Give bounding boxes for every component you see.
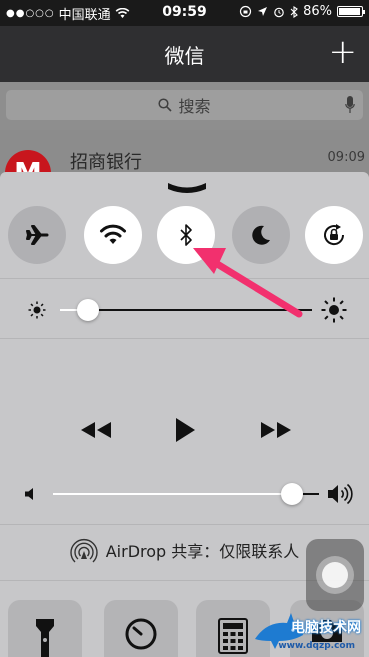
bluetooth-icon: [180, 224, 192, 246]
divider: [0, 278, 369, 279]
chat-name: 招商银行: [70, 152, 142, 173]
watermark-text: 电脑技术网: [291, 620, 361, 636]
airplane-mode-toggle[interactable]: [8, 206, 66, 264]
volume-thumb[interactable]: [281, 483, 304, 505]
search-bar-container: 搜索: [0, 82, 369, 130]
divider: [0, 338, 369, 339]
rewind-icon: [81, 422, 111, 438]
alarm-icon: [274, 7, 284, 17]
moon-icon: [252, 225, 270, 245]
location-icon: [258, 7, 268, 16]
volume-track[interactable]: [53, 493, 319, 495]
status-bar: ●●○○○ 中国联通 09:59 86%: [0, 0, 369, 26]
volume-low-icon: [25, 488, 33, 500]
watermark-logo: 电脑技术网 www.dqzp.com: [249, 595, 367, 655]
wechat-header: 微信 +: [0, 26, 369, 82]
divider: [0, 524, 369, 525]
brightness-high-icon: [321, 297, 347, 323]
microphone-icon[interactable]: [345, 96, 355, 114]
volume-slider[interactable]: [0, 478, 369, 510]
rotation-lock-toggle[interactable]: [305, 206, 363, 264]
bluetooth-toggle[interactable]: [157, 206, 215, 264]
brightness-low-icon: [28, 301, 46, 319]
brightness-slider[interactable]: [0, 294, 369, 326]
brightness-thumb[interactable]: [76, 299, 99, 321]
play-icon: [176, 418, 195, 442]
bluetooth-status-icon: [290, 5, 298, 18]
media-controls: [0, 410, 369, 450]
do-not-disturb-toggle[interactable]: [232, 206, 290, 264]
airdrop-label: AirDrop 共享：仅限联系人: [105, 542, 300, 561]
add-button[interactable]: +: [329, 34, 358, 70]
search-icon: [158, 98, 173, 112]
volume-high-icon: [328, 483, 353, 505]
airdrop-icon: [70, 539, 98, 563]
status-right: 86%: [239, 4, 365, 19]
rotation-lock-icon: [324, 224, 345, 246]
battery-percent: 86%: [303, 4, 332, 19]
assistive-touch-icon: [322, 562, 348, 588]
dismiss-grabber-icon[interactable]: [166, 180, 208, 194]
chat-time: 09:09: [327, 150, 365, 165]
toggle-row: [0, 206, 369, 264]
wifi-icon: [100, 224, 126, 244]
search-placeholder: 搜索: [178, 97, 211, 116]
airplane-icon: [26, 225, 49, 245]
search-input[interactable]: 搜索: [6, 90, 363, 120]
fast-forward-icon: [261, 422, 291, 438]
calculator-icon: [218, 618, 248, 654]
battery-icon: [337, 6, 365, 17]
flashlight-icon: [36, 619, 54, 657]
rewind-button[interactable]: [76, 410, 116, 450]
wifi-toggle[interactable]: [84, 206, 142, 264]
page-title: 微信: [164, 43, 205, 68]
play-button[interactable]: [165, 410, 205, 450]
watermark-url: www.dqzp.com: [278, 641, 355, 651]
fast-forward-button[interactable]: [256, 410, 296, 450]
timer-button[interactable]: [104, 600, 178, 657]
flashlight-button[interactable]: [8, 600, 82, 657]
rotation-lock-status-icon: [239, 5, 252, 18]
timer-icon: [125, 618, 157, 650]
